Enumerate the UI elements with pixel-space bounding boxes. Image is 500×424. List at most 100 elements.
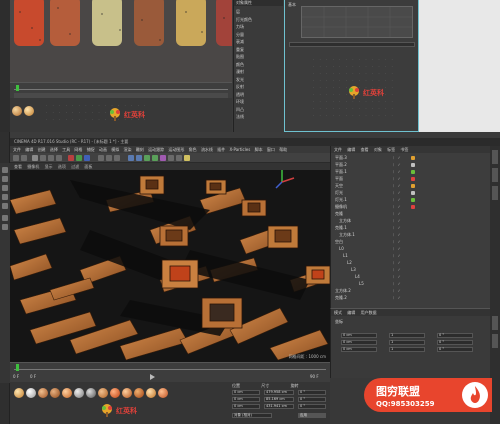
material-ball[interactable] — [110, 388, 120, 398]
visibility-dots-icon[interactable]: ⁝ ✓ — [393, 190, 402, 196]
object-tag-icon[interactable] — [411, 191, 415, 195]
redo-icon[interactable] — [21, 155, 27, 161]
viewport-menu-panel[interactable]: 面板 — [84, 164, 92, 169]
rotate-icon[interactable] — [56, 155, 62, 161]
menu-item[interactable]: X-Particles — [230, 147, 251, 152]
object-row[interactable]: L4 ⁝ ✓ — [331, 274, 491, 280]
visibility-dots-icon[interactable]: ⁝ ✓ — [393, 176, 402, 182]
coord-b-rot[interactable]: 0 ° — [298, 404, 326, 409]
material-ball[interactable] — [146, 388, 156, 398]
attr-rot-b[interactable]: 0 ° — [437, 347, 473, 352]
coord-y-size[interactable]: 85.169 cm — [264, 397, 294, 402]
apply-button[interactable]: 应用 — [298, 413, 326, 418]
top-attr-item[interactable]: 衰减 — [236, 38, 282, 46]
top-attr-item[interactable]: 发光 — [236, 76, 282, 84]
visibility-dots-icon[interactable]: ⁝ ✓ — [393, 288, 402, 294]
visibility-dots-icon[interactable]: ⁝ ✓ — [393, 281, 402, 287]
object-tag-icon[interactable] — [411, 198, 415, 202]
om-menu-object[interactable]: 对象 — [374, 147, 382, 152]
attr-pos-y[interactable]: 0 cm — [341, 340, 377, 345]
menu-item[interactable]: 工具 — [62, 147, 70, 152]
object-tag-icon[interactable] — [411, 170, 415, 174]
visibility-dots-icon[interactable]: ⁝ ✓ — [393, 239, 402, 245]
visibility-dots-icon[interactable]: ⁝ ✓ — [393, 211, 402, 217]
material-ball[interactable] — [12, 106, 22, 116]
top-attr-item[interactable]: 力场 — [236, 23, 282, 31]
visibility-dots-icon[interactable]: ⁝ ✓ — [393, 197, 402, 203]
timeline[interactable]: 0 F 0 F 90 F — [10, 362, 330, 382]
menu-item[interactable]: 选择 — [50, 147, 58, 152]
object-tag-icon[interactable] — [411, 184, 415, 188]
menu-item[interactable]: 文件 — [13, 147, 21, 152]
material-ball[interactable] — [26, 388, 36, 398]
render-view-icon[interactable] — [98, 155, 104, 161]
top-attr-item[interactable]: 颜色 — [236, 61, 282, 69]
viewport-menu-options[interactable]: 选项 — [58, 164, 66, 169]
right-tab-content[interactable] — [492, 168, 498, 182]
material-ball[interactable] — [62, 388, 72, 398]
material-ball[interactable] — [74, 388, 84, 398]
mode-polygons-icon[interactable] — [2, 203, 8, 209]
object-row[interactable]: 平面.3 ⁝ ✓ — [331, 155, 491, 161]
object-row[interactable]: 立方体 ⁝ ✓ — [331, 218, 491, 224]
menu-item[interactable]: 角色 — [189, 147, 197, 152]
om-menu-edit[interactable]: 编辑 — [347, 147, 355, 152]
visibility-dots-icon[interactable]: ⁝ ✓ — [393, 169, 402, 175]
top-right-field[interactable] — [289, 42, 415, 47]
menu-item[interactable]: 雕刻 — [136, 147, 144, 152]
coord-p-rot[interactable]: 0 ° — [298, 397, 326, 402]
visibility-dots-icon[interactable]: ⁝ ✓ — [393, 218, 402, 224]
material-ball[interactable] — [158, 388, 168, 398]
attr-pos-x[interactable]: 0 cm — [341, 333, 377, 338]
visibility-dots-icon[interactable]: ⁝ ✓ — [393, 267, 402, 273]
material-ball[interactable] — [14, 388, 24, 398]
snap-icon[interactable] — [2, 215, 8, 221]
coord-x-pos[interactable]: 0 cm — [232, 390, 260, 395]
object-row[interactable]: 天空 ⁝ ✓ — [331, 183, 491, 189]
material-ball[interactable] — [86, 388, 96, 398]
coord-mode-select[interactable]: 对象 (相对) — [232, 413, 272, 418]
subdivision-icon[interactable] — [144, 155, 150, 161]
menu-item[interactable]: 运动跟踪 — [148, 147, 164, 152]
pen-icon[interactable] — [136, 155, 142, 161]
object-row[interactable]: 克隆 ⁝ ✓ — [331, 211, 491, 217]
top-attr-item[interactable]: 透明 — [236, 91, 282, 99]
object-row[interactable]: 平面.2 ⁝ ✓ — [331, 162, 491, 168]
light-icon[interactable] — [184, 155, 190, 161]
object-tag-icon[interactable] — [411, 205, 415, 209]
object-row[interactable]: 立方体.2 ⁝ ✓ — [331, 288, 491, 294]
attr-rot-h[interactable]: 0 ° — [437, 333, 473, 338]
scale-icon[interactable] — [48, 155, 54, 161]
attr-tab-mode[interactable]: 模式 — [334, 310, 342, 315]
tab-basic[interactable]: 基本 — [288, 2, 296, 7]
menu-item[interactable]: 网格 — [74, 147, 82, 152]
menu-item[interactable]: 捕捉 — [87, 147, 95, 152]
curve-graph[interactable] — [301, 6, 413, 38]
om-menu-tags[interactable]: 标签 — [387, 147, 395, 152]
object-row[interactable]: 平面.1 ⁝ ✓ — [331, 169, 491, 175]
object-tag-icon[interactable] — [411, 177, 415, 181]
visibility-dots-icon[interactable]: ⁝ ✓ — [393, 274, 402, 280]
array-icon[interactable] — [152, 155, 158, 161]
top-viewport[interactable]: D — [10, 0, 232, 82]
render-settings-icon[interactable] — [114, 155, 120, 161]
axis-z-icon[interactable] — [84, 155, 90, 161]
om-menu-view[interactable]: 查看 — [361, 147, 369, 152]
object-row[interactable]: 平面 ⁝ ✓ — [331, 176, 491, 182]
menu-item[interactable]: 流水线 — [201, 147, 213, 152]
top-attr-item[interactable]: 漫射 — [236, 68, 282, 76]
render-icon[interactable] — [106, 155, 112, 161]
menu-item[interactable]: 插件 — [217, 147, 225, 152]
menu-item[interactable]: 动画 — [99, 147, 107, 152]
mode-points-icon[interactable] — [2, 185, 8, 191]
move-icon[interactable] — [40, 155, 46, 161]
object-row[interactable]: L1 ⁝ ✓ — [331, 253, 491, 259]
deformer-icon[interactable] — [160, 155, 166, 161]
select-icon[interactable] — [32, 155, 38, 161]
menu-item[interactable]: 编辑 — [25, 147, 33, 152]
object-row[interactable]: L0 ⁝ ✓ — [331, 246, 491, 252]
visibility-dots-icon[interactable]: ⁝ ✓ — [393, 204, 402, 210]
attr-tab-userdata[interactable]: 用户数据 — [361, 310, 377, 315]
om-menu-bookmarks[interactable]: 书签 — [400, 147, 408, 152]
workplane-icon[interactable] — [2, 224, 8, 230]
